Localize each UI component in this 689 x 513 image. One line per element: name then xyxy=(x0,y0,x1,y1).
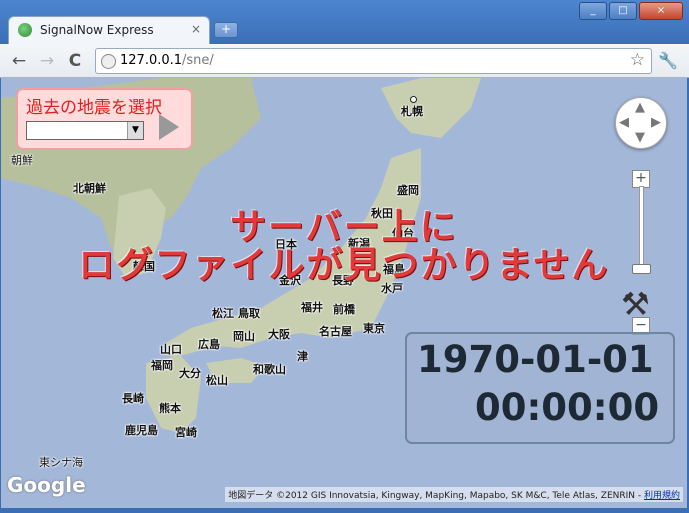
city-label: 福岡 xyxy=(151,359,173,372)
bookmark-star-icon[interactable]: ☆ xyxy=(630,50,645,70)
past-earthquake-selector: 過去の地震を選択 ▼ xyxy=(16,88,193,150)
url-host: 127.0.0.1 xyxy=(120,53,183,68)
terms-link[interactable]: 利用規約 xyxy=(644,491,680,501)
map-attribution: 地図データ ©2012 GIS Innovatsia, Kingway, Map… xyxy=(225,487,683,502)
city-label: 松江 xyxy=(212,307,234,320)
city-label: 大分 xyxy=(179,367,201,380)
city-label: 松山 xyxy=(206,374,228,387)
city-label: 札幌 xyxy=(401,105,423,118)
city-label: 大阪 xyxy=(268,328,290,341)
chevron-down-icon[interactable]: ▼ xyxy=(127,122,143,139)
google-logo[interactable]: Google xyxy=(7,473,86,497)
minimize-button[interactable]: _ xyxy=(579,2,607,20)
time-text: 00:00:00 xyxy=(475,386,660,429)
city-label: 山口 xyxy=(160,343,182,356)
map-view[interactable]: 札幌 盛岡 秋田 仙台 新潟 日本 福島 金沢 長野 水戸 福井 前橋 東京 名… xyxy=(1,78,687,508)
url-path: /sne/ xyxy=(182,53,214,68)
region-label: 朝鮮 xyxy=(11,154,33,167)
pan-up-icon[interactable]: ▲ xyxy=(635,100,645,115)
zoom-slider-handle[interactable] xyxy=(632,264,651,274)
close-button[interactable]: × xyxy=(639,2,683,20)
sea-label: 東シナ海 xyxy=(39,456,83,469)
url-text[interactable]: 127.0.0.1/sne/ xyxy=(120,53,214,68)
datetime-display: 1970-01-01 00:00:00 xyxy=(405,332,675,444)
city-label: 盛岡 xyxy=(397,184,419,197)
map-pan-control[interactable]: ▲ ▼ ◀ ▶ xyxy=(615,97,667,149)
attribution-text: 地図データ ©2012 GIS Innovatsia, Kingway, Map… xyxy=(228,491,644,501)
zoom-slider[interactable] xyxy=(639,186,644,266)
selector-title: 過去の地震を選択 xyxy=(26,98,162,118)
city-label: 和歌山 xyxy=(253,363,286,376)
pan-down-icon[interactable]: ▼ xyxy=(635,130,645,145)
city-label: 福井 xyxy=(301,301,323,314)
window-titlebar: SignalNow Express × + _ □ × xyxy=(0,0,689,45)
browser-tab[interactable]: SignalNow Express × xyxy=(8,16,210,45)
tools-icon[interactable]: ⚒ xyxy=(621,288,650,320)
play-icon[interactable] xyxy=(159,114,179,140)
wrench-menu-icon[interactable]: 🔧 xyxy=(657,50,679,72)
maximize-button[interactable]: □ xyxy=(609,2,637,20)
city-label: 長崎 xyxy=(122,392,144,405)
window-controls: _ □ × xyxy=(579,2,683,20)
city-label: 津 xyxy=(297,350,308,363)
error-message-line2: ログファイルが見つかりません xyxy=(78,245,610,286)
pan-left-icon[interactable]: ◀ xyxy=(619,115,629,130)
city-dot xyxy=(410,96,417,103)
forward-button[interactable]: → xyxy=(36,50,58,72)
new-tab-button[interactable]: + xyxy=(214,22,238,38)
address-bar[interactable]: 127.0.0.1/sne/ ☆ xyxy=(95,48,652,74)
browser-toolbar: ← → C 127.0.0.1/sne/ ☆ 🔧 xyxy=(0,44,689,78)
globe-icon xyxy=(101,54,116,69)
region-label: 北朝鮮 xyxy=(73,182,106,195)
city-label: 名古屋 xyxy=(319,325,352,338)
earthquake-dropdown[interactable]: ▼ xyxy=(26,121,144,140)
tab-close-icon[interactable]: × xyxy=(191,22,201,36)
city-label: 鹿児島 xyxy=(125,424,158,437)
date-text: 1970-01-01 xyxy=(417,338,654,381)
city-label: 熊本 xyxy=(159,402,181,415)
back-button[interactable]: ← xyxy=(8,50,30,72)
city-label: 東京 xyxy=(363,322,385,335)
pan-right-icon[interactable]: ▶ xyxy=(651,115,661,130)
city-label: 前橋 xyxy=(333,303,355,316)
city-label: 岡山 xyxy=(233,330,255,343)
frog-favicon-icon xyxy=(18,23,32,37)
city-label: 広島 xyxy=(198,338,220,351)
tab-title: SignalNow Express xyxy=(40,23,154,37)
city-label: 鳥取 xyxy=(238,307,260,320)
city-label: 宮崎 xyxy=(175,426,197,439)
reload-button[interactable]: C xyxy=(64,50,86,72)
